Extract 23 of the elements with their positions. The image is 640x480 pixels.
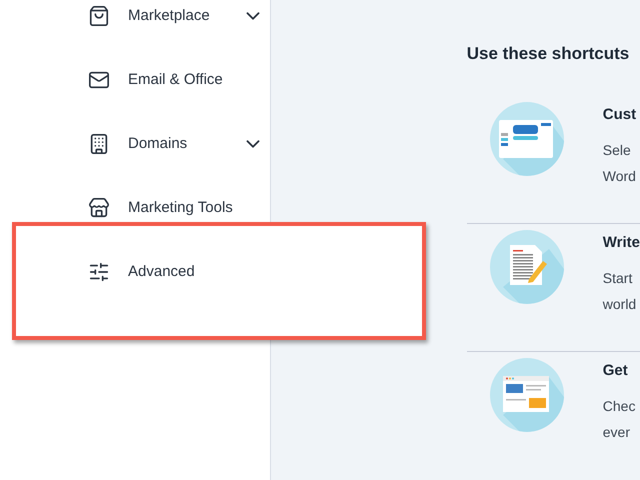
shortcut-description: Sele	[602, 141, 632, 160]
shortcut-description: ever	[602, 423, 631, 442]
shortcut-description: Chec	[602, 397, 636, 416]
shortcut-description: Word	[602, 167, 636, 186]
webpage-illustration-icon	[488, 357, 565, 434]
store-icon	[88, 197, 110, 219]
document-pencil-icon	[488, 229, 565, 306]
shortcut-title[interactable]: Write	[602, 234, 640, 252]
editor-illustration-icon	[488, 101, 565, 177]
shortcut-description: world	[602, 295, 638, 314]
section-heading: Use these shortcuts	[466, 44, 630, 64]
shortcut-title[interactable]: Cust	[602, 106, 636, 123]
sliders-icon	[88, 261, 110, 283]
nav-item[interactable]: Marketing Tools	[0, 176, 270, 240]
nav-item[interactable]: Email & Office	[0, 48, 270, 112]
shortcut-description: Start	[602, 269, 634, 288]
nav-item[interactable]: Marketplace	[0, 0, 270, 48]
nav-item[interactable]: Advanced	[0, 240, 270, 304]
bag-icon	[88, 5, 110, 27]
building-icon	[88, 133, 110, 155]
nav-item[interactable]: Domains	[0, 112, 270, 176]
mail-icon	[88, 69, 110, 91]
shortcut-title[interactable]: Get	[602, 362, 636, 380]
